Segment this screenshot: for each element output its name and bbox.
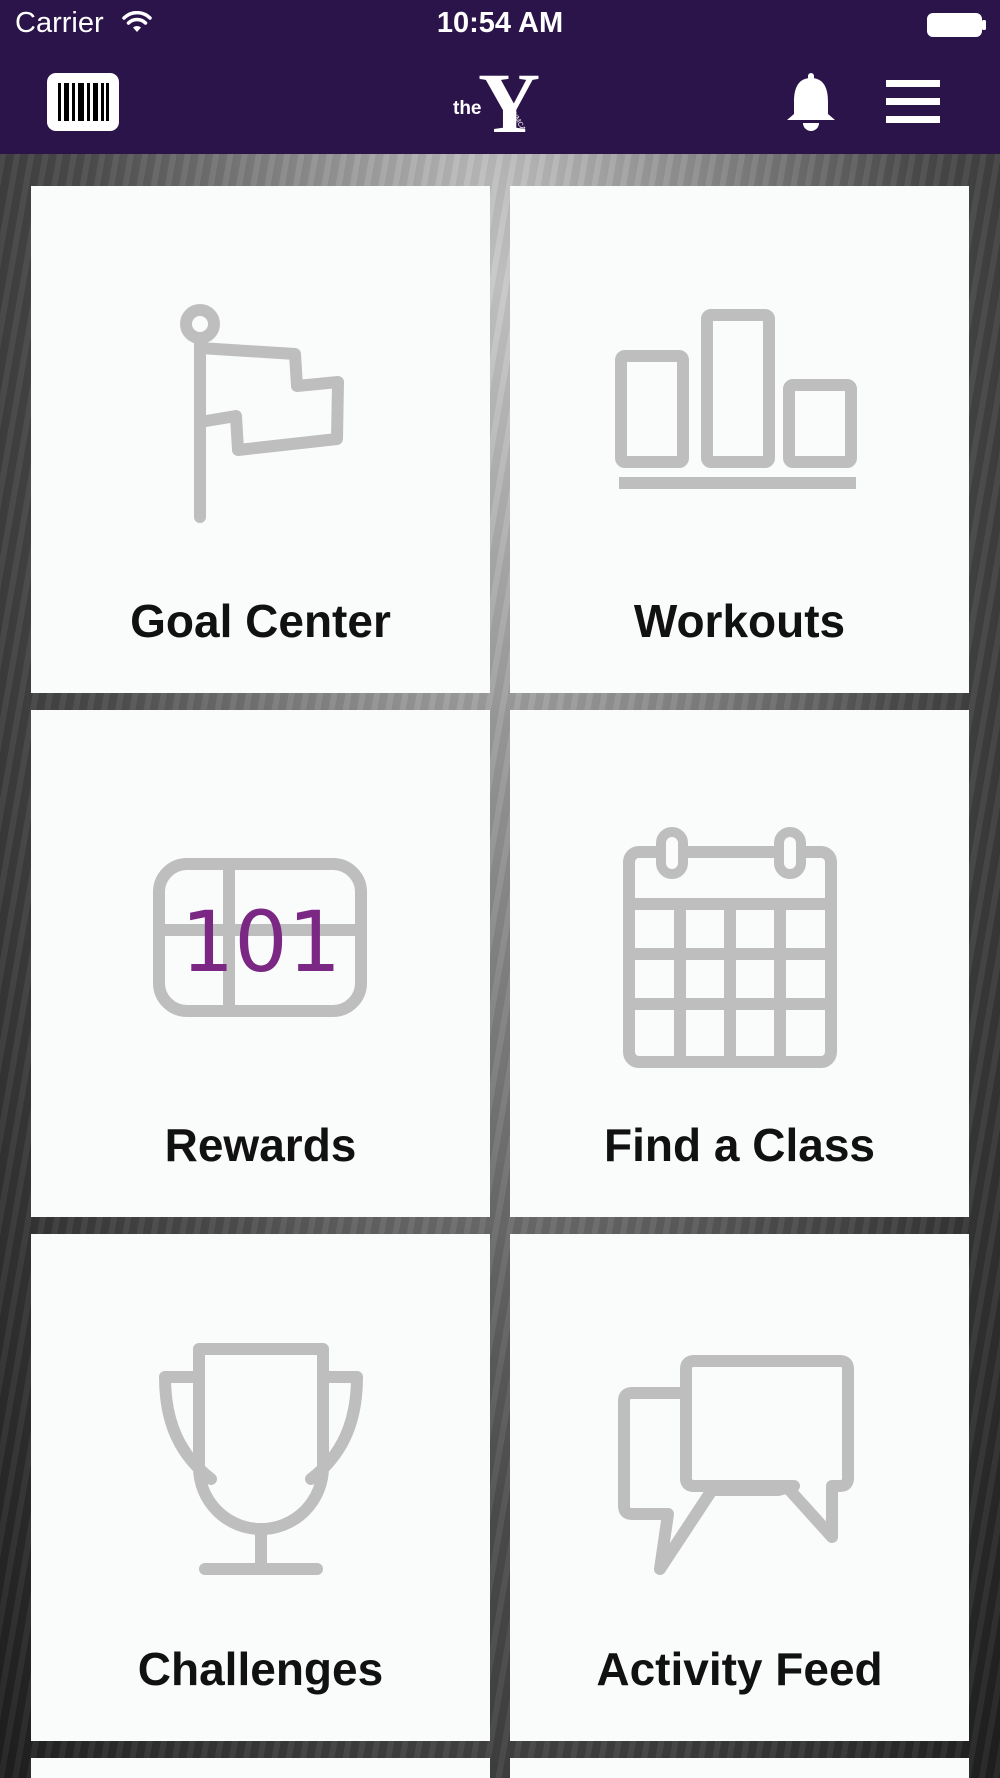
bar-chart-icon [615,309,857,489]
nav-bar: the Y YMCA [0,50,1000,154]
tile-challenges[interactable]: Challenges [31,1234,490,1741]
bell-icon[interactable] [782,70,840,134]
barcode-button[interactable] [47,73,119,131]
status-bar: Carrier 10:54 AM [0,0,1000,50]
tile-label-find-a-class: Find a Class [604,1119,875,1171]
tile-activity-feed[interactable]: Activity Feed [510,1234,969,1741]
rewards-count: 101 [181,893,341,991]
tile-workouts[interactable]: Workouts [510,186,969,693]
tile-partial[interactable] [510,1758,969,1778]
calendar-icon [623,827,837,1068]
tile-label-activity-feed: Activity Feed [596,1643,883,1695]
barcode-icon [58,83,109,121]
tile-find-a-class[interactable]: Find a Class [510,710,969,1217]
status-time: 10:54 AM [436,7,564,39]
tile-partial[interactable] [31,1758,490,1778]
flag-icon [180,304,344,523]
chat-bubbles-icon [618,1355,854,1575]
rewards-card-icon: 101 [153,858,367,1017]
tile-label-challenges: Challenges [137,1643,384,1695]
logo-letter: Y [478,62,540,142]
tile-label-workouts: Workouts [633,595,846,647]
battery-full-icon [927,13,986,37]
tile-label-rewards: Rewards [164,1119,357,1171]
ymca-logo: the Y YMCA [450,55,550,151]
trophy-icon [159,1343,363,1575]
tile-rewards[interactable]: 101 Rewards [31,710,490,1217]
tile-goal-center[interactable]: Goal Center [31,186,490,693]
tile-label-goal-center: Goal Center [130,595,391,647]
hamburger-menu-icon[interactable] [880,75,946,129]
